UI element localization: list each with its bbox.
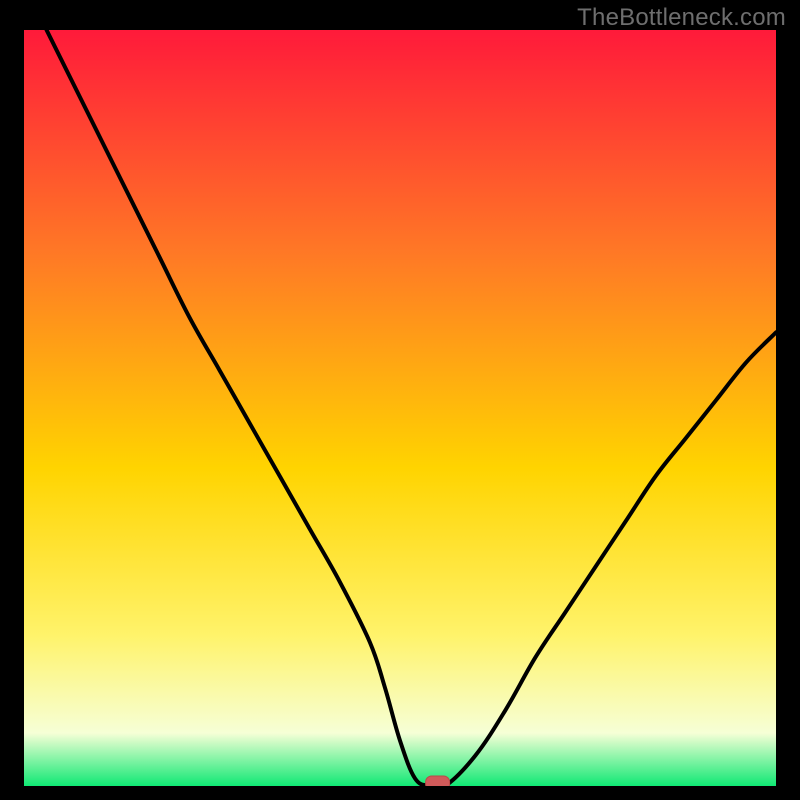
gradient-background (24, 30, 776, 786)
watermark-text: TheBottleneck.com (577, 4, 786, 32)
chart-frame: TheBottleneck.com (0, 0, 800, 800)
optimal-point-marker (426, 776, 450, 786)
plot-area (24, 30, 776, 786)
bottleneck-chart-svg (24, 30, 776, 786)
